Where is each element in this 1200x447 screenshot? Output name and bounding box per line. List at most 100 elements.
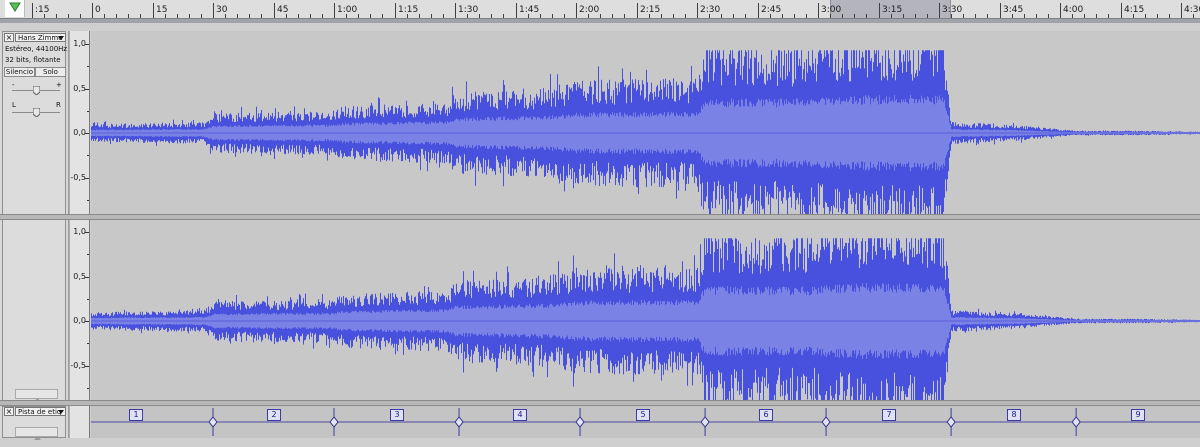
amplitude-minor-tick xyxy=(87,66,89,68)
label-track-lane[interactable]: 1 2 3 4 5 6 7 8 9 xyxy=(91,406,1200,438)
label-text-box[interactable]: 4 xyxy=(513,409,527,421)
label-text-box[interactable]: 2 xyxy=(267,409,281,421)
channel2-wave-area[interactable] xyxy=(91,220,1200,401)
track-format-info: Estéreo, 44100Hz xyxy=(5,45,68,53)
ruler-major-tick xyxy=(32,3,33,18)
pan-right-label: R xyxy=(56,101,61,109)
ruler-major-tick xyxy=(153,3,154,18)
label-track-control-panel: × Pista de etiq xyxy=(0,406,69,440)
ruler-label: 1:00 xyxy=(337,5,358,15)
track-name-dropdown[interactable]: Hans Zimme xyxy=(15,33,66,42)
close-label-track-icon[interactable]: × xyxy=(4,407,14,416)
ruler-major-tick xyxy=(758,3,759,18)
ruler-label: 4:00 xyxy=(1063,5,1084,15)
label-marker[interactable] xyxy=(575,408,585,436)
label-marker[interactable] xyxy=(700,408,710,436)
ruler-major-tick xyxy=(697,3,698,18)
mute-button[interactable]: Silencio xyxy=(4,67,35,77)
label-marker[interactable] xyxy=(821,408,831,436)
close-track-icon[interactable]: × xyxy=(4,33,14,42)
label-text-box[interactable]: 3 xyxy=(390,409,404,421)
ruler-major-tick xyxy=(334,3,335,18)
label-track-name-dropdown[interactable]: Pista de etiq xyxy=(15,407,66,416)
channel1-amplitude-scale: 1,0 0,5 0,0 -0,5 xyxy=(69,31,90,215)
ruler-label: 1:45 xyxy=(519,5,540,15)
ruler-label: 1:15 xyxy=(398,5,419,15)
label-marker[interactable] xyxy=(946,408,956,436)
ruler-label: 2:15 xyxy=(640,5,661,15)
pan-slider-knob[interactable] xyxy=(32,108,40,117)
ruler-label: :15 xyxy=(35,5,50,15)
amplitude-label: -0,5 xyxy=(70,360,86,370)
collapse-arrow-icon xyxy=(34,436,41,440)
amplitude-tick xyxy=(85,177,89,179)
ruler-major-tick xyxy=(576,3,577,18)
label-track-gutter xyxy=(69,406,90,438)
amplitude-tick xyxy=(85,133,89,134)
gain-plus-label: + xyxy=(56,81,62,89)
ruler-major-tick xyxy=(879,3,880,18)
ruler-major-tick xyxy=(939,3,940,18)
ruler-major-tick xyxy=(92,3,93,18)
amplitude-tick xyxy=(85,44,89,45)
ruler-label: 2:30 xyxy=(700,5,721,15)
amplitude-tick xyxy=(85,276,89,278)
ruler-label: 3:45 xyxy=(1003,5,1024,15)
ruler-major-tick xyxy=(395,3,396,18)
amplitude-minor-tick xyxy=(87,387,89,389)
ruler-label: 4:15 xyxy=(1124,5,1145,15)
track-name-label: Hans Zimme xyxy=(18,34,63,42)
ruler-major-tick xyxy=(1000,3,1001,18)
ruler-label: 0 xyxy=(95,5,101,15)
channel2-waveform[interactable] xyxy=(91,220,1200,401)
ruler-major-tick xyxy=(516,3,517,18)
amplitude-label: -0,5 xyxy=(70,172,86,182)
ruler-label: 4:30 xyxy=(1184,5,1200,15)
chevron-down-icon xyxy=(58,36,64,40)
label-text-box[interactable]: 6 xyxy=(759,409,773,421)
timeline-scrub-band[interactable] xyxy=(0,18,1200,23)
solo-button[interactable]: Solo xyxy=(35,67,66,77)
ruler-major-tick xyxy=(637,3,638,18)
amplitude-minor-tick xyxy=(87,298,89,300)
amplitude-minor-tick xyxy=(87,110,89,112)
chevron-down-icon xyxy=(58,410,64,414)
track-bit-depth-info: 32 bits, flotante xyxy=(5,56,61,64)
ruler-major-tick xyxy=(818,3,819,18)
pan-left-label: L xyxy=(12,101,16,109)
label-marker[interactable] xyxy=(329,408,339,436)
play-head-icon[interactable] xyxy=(5,0,25,17)
ruler-label: 2:45 xyxy=(761,5,782,15)
amplitude-minor-tick xyxy=(87,199,89,201)
label-marker[interactable] xyxy=(208,408,218,436)
channel2-amplitude-scale: 1,0 0,5 0,0 -0,5 xyxy=(69,220,90,401)
ruler-major-tick xyxy=(455,3,456,18)
collapse-label-track-button[interactable] xyxy=(15,427,58,440)
amplitude-tick xyxy=(85,232,89,233)
label-text-box[interactable]: 8 xyxy=(1007,409,1021,421)
channel1-wave-area[interactable] xyxy=(91,31,1200,215)
ruler-major-tick xyxy=(274,3,275,18)
label-marker[interactable] xyxy=(454,408,464,436)
collapse-track-button[interactable] xyxy=(15,389,58,402)
amplitude-minor-tick xyxy=(87,343,89,345)
amplitude-minor-tick xyxy=(87,254,89,256)
label-text-box[interactable]: 7 xyxy=(882,409,896,421)
ruler-major-tick xyxy=(213,3,214,18)
label-marker[interactable] xyxy=(1071,408,1081,436)
label-text-box[interactable]: 5 xyxy=(636,409,650,421)
timeline-ruler[interactable]: :15 0 15 30 45 1:00 1:15 1:30 1:45 2:00 2:15 2:30 2:… xyxy=(0,0,1200,23)
label-text-box[interactable]: 1 xyxy=(129,409,143,421)
ruler-label: 3:30 xyxy=(942,5,963,15)
amplitude-tick xyxy=(85,365,89,367)
gain-slider-knob[interactable] xyxy=(32,86,40,95)
label-track-name: Pista de etiq xyxy=(18,408,62,416)
gain-minus-label: - xyxy=(12,81,15,89)
ruler-major-tick xyxy=(1181,3,1182,18)
label-text-box[interactable]: 9 xyxy=(1131,409,1145,421)
ruler-label: 1:30 xyxy=(458,5,479,15)
ruler-major-tick xyxy=(1060,3,1061,18)
amplitude-tick xyxy=(85,88,89,90)
ruler-label: 3:00 xyxy=(821,5,842,15)
channel1-waveform[interactable] xyxy=(91,31,1200,215)
